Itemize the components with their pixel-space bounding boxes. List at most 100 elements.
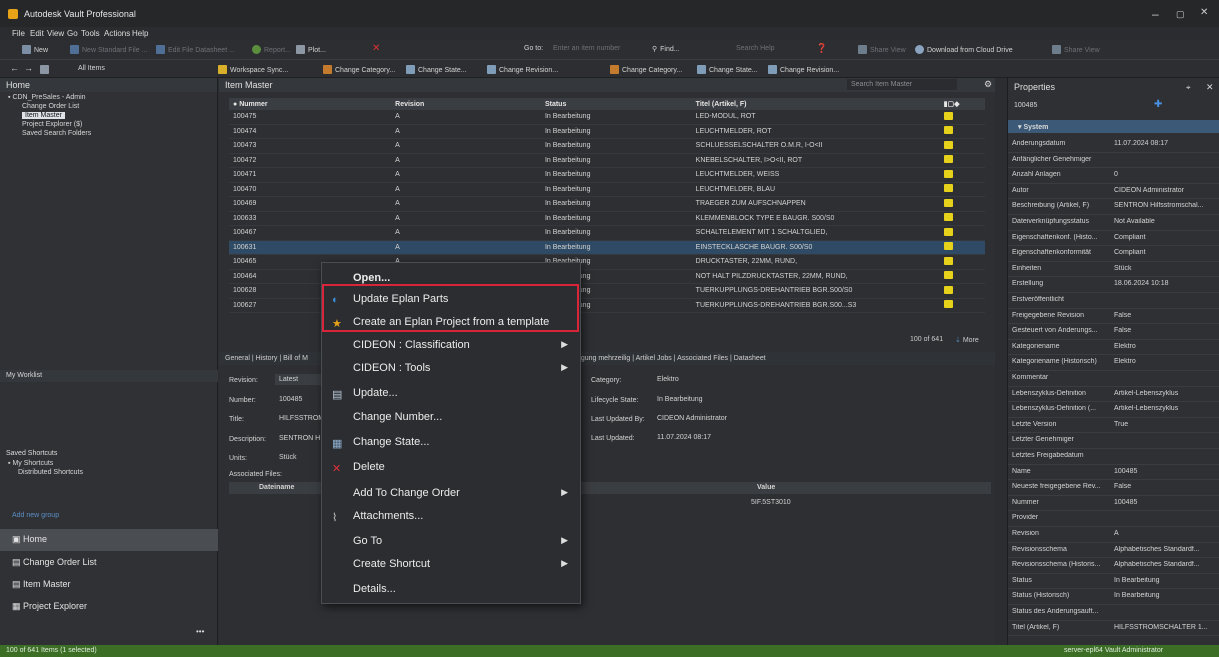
- maximize-button[interactable]: ▢: [1176, 9, 1185, 20]
- change-state-button-2[interactable]: Change State...: [697, 65, 758, 74]
- new-standard-file-button[interactable]: New Standard File ...: [70, 45, 147, 54]
- add-property-icon[interactable]: ✚: [1154, 99, 1162, 110]
- help-icon[interactable]: ❓: [816, 43, 827, 54]
- column-status[interactable]: Status: [540, 98, 692, 110]
- tab-associated[interactable]: rtigung mehrzeilig | Artikel Jobs | Asso…: [575, 355, 766, 362]
- menu-item-change-state[interactable]: ▦ Change State...: [322, 431, 580, 454]
- menu-item-cideon-classification[interactable]: CIDEON : Classification ▶: [322, 334, 580, 357]
- property-row[interactable]: Lebenszyklus-Definition Artikel-Lebenszyk…: [1008, 386, 1219, 403]
- nav-project-explorer-button[interactable]: ▦ Project Explorer: [0, 596, 218, 618]
- all-items-label[interactable]: All Items: [78, 65, 105, 72]
- more-link[interactable]: ⇣ More: [955, 336, 979, 344]
- property-row[interactable]: Status (Historisch) In Bearbeitung: [1008, 588, 1219, 605]
- tree-item-project-explorer[interactable]: Project Explorer ($): [8, 121, 217, 130]
- property-row[interactable]: Änderungsdatum 11.07.2024 08:17: [1008, 136, 1219, 153]
- menu-actions[interactable]: Actions: [104, 29, 130, 38]
- property-row[interactable]: Letzte Version True: [1008, 417, 1219, 434]
- change-state-button[interactable]: Change State...: [406, 65, 467, 74]
- nav-item-master-button[interactable]: ▤ Item Master: [0, 574, 218, 596]
- menu-item-delete[interactable]: ✕ Delete: [322, 456, 580, 479]
- property-row[interactable]: Provider: [1008, 510, 1219, 527]
- property-row[interactable]: Erstveröffentlicht: [1008, 292, 1219, 309]
- back-arrow-icon[interactable]: ←: [10, 63, 19, 73]
- property-row[interactable]: Beschreibung (Artikel, F) SENTRON Hilfsst…: [1008, 198, 1219, 215]
- change-category-button[interactable]: Change Category...: [323, 65, 395, 74]
- table-row[interactable]: 100473 A In Bearbeitung SCHLUESSELSCHALTER …: [229, 138, 985, 154]
- nav-change-order-list-button[interactable]: ▤ Change Order List: [0, 552, 218, 574]
- delete-toolbar-icon[interactable]: ✕: [372, 43, 380, 54]
- menu-item-update[interactable]: ▤ Update...: [322, 382, 580, 405]
- workspace-sync-button[interactable]: Workspace Sync...: [218, 65, 288, 74]
- tree-item-item-master[interactable]: Item Master: [22, 112, 65, 119]
- file-name-column[interactable]: Dateiname: [259, 484, 294, 491]
- property-row[interactable]: Status des Änderungsauft...: [1008, 604, 1219, 621]
- menu-item-add-to-change-order[interactable]: Add To Change Order ▶: [322, 482, 580, 505]
- property-row[interactable]: Autor CIDEON Administrator: [1008, 183, 1219, 200]
- property-row[interactable]: Nummer 100485: [1008, 495, 1219, 512]
- menu-item-cideon-tools[interactable]: CIDEON : Tools ▶: [322, 357, 580, 380]
- tree-item-saved-search[interactable]: Saved Search Folders: [8, 130, 217, 139]
- menu-view[interactable]: View: [47, 29, 64, 38]
- property-row[interactable]: Kategoriename Elektro: [1008, 339, 1219, 356]
- property-row[interactable]: Anfänglicher Genehmiger: [1008, 152, 1219, 169]
- property-row[interactable]: Anzahl Anlagen 0: [1008, 167, 1219, 184]
- menu-item-attachments[interactable]: ⌇ Attachments...: [322, 505, 580, 528]
- column-status-icons[interactable]: ▮▢◆: [939, 98, 985, 110]
- property-row[interactable]: Kommentar: [1008, 370, 1219, 387]
- value-column[interactable]: Value: [757, 484, 775, 491]
- menu-item-details[interactable]: Details...: [322, 578, 580, 601]
- menu-go[interactable]: Go: [67, 29, 78, 38]
- change-revision-button[interactable]: Change Revision...: [487, 65, 558, 74]
- tab-general[interactable]: General | History | Bill of M: [225, 355, 308, 362]
- more-nav-button[interactable]: •••: [196, 627, 204, 636]
- pin-icon[interactable]: ⌖: [1186, 83, 1191, 93]
- menu-file[interactable]: File: [12, 29, 25, 38]
- system-group-header[interactable]: ▾ System: [1008, 120, 1219, 133]
- plot-button[interactable]: Plot...: [296, 45, 326, 54]
- menu-item-go-to[interactable]: Go To ▶: [322, 530, 580, 553]
- property-row[interactable]: Freigegebene Revision False: [1008, 308, 1219, 325]
- download-cloud-button[interactable]: Download from Cloud Drive: [915, 45, 1013, 54]
- property-row[interactable]: Revisionsschema (Historis... Alphabetisch…: [1008, 557, 1219, 574]
- report-button[interactable]: Report...: [252, 45, 291, 54]
- menu-item-create-shortcut[interactable]: Create Shortcut ▶: [322, 553, 580, 576]
- property-row[interactable]: Name 100485: [1008, 464, 1219, 481]
- table-row[interactable]: 100475 A In Bearbeitung LED-MODUL, ROT: [229, 110, 985, 125]
- property-row[interactable]: Eigenschaftenkonformität Compliant: [1008, 245, 1219, 262]
- table-row[interactable]: 100467 A In Bearbeitung SCHALTELEMENT MIT 1…: [229, 225, 985, 241]
- column-nummer[interactable]: ● Nummer: [229, 98, 392, 110]
- forward-arrow-icon[interactable]: →: [24, 63, 33, 73]
- table-row[interactable]: 100474 A In Bearbeitung LEUCHTMELDER, ROT: [229, 124, 985, 139]
- property-row[interactable]: Letztes Freigabedatum: [1008, 448, 1219, 465]
- revision-select[interactable]: Latest: [275, 374, 321, 385]
- property-row[interactable]: Lebenszyklus-Definition (... Artikel-Lebe…: [1008, 401, 1219, 418]
- property-row[interactable]: Kategoriename (Historisch) Elektro: [1008, 354, 1219, 371]
- column-revision[interactable]: Revision: [391, 98, 541, 110]
- property-row[interactable]: Status In Bearbeitung: [1008, 573, 1219, 590]
- distributed-shortcuts-item[interactable]: Distributed Shortcuts: [8, 469, 83, 478]
- table-row[interactable]: 100631 A In Bearbeitung EINSTECKLASCHE BAUG…: [229, 240, 985, 255]
- property-row[interactable]: Einheiten Stück: [1008, 261, 1219, 278]
- nav-home-button[interactable]: ▣ Home: [0, 529, 218, 551]
- search-item-master-input[interactable]: Search Item Master: [847, 79, 957, 90]
- share-view-button[interactable]: Share View: [858, 45, 906, 54]
- close-properties-icon[interactable]: ✕: [1206, 82, 1214, 93]
- table-row[interactable]: 100469 A In Bearbeitung TRAEGER ZUM AUFSCHN…: [229, 196, 985, 212]
- change-revision-button-2[interactable]: Change Revision...: [768, 65, 839, 74]
- table-row[interactable]: 100633 A In Bearbeitung KLEMMENBLOCK TYPE E…: [229, 211, 985, 226]
- table-row[interactable]: 100471 A In Bearbeitung LEUCHTMELDER, WEISS: [229, 167, 985, 183]
- property-row[interactable]: Erstellung 18.06.2024 10:18: [1008, 276, 1219, 293]
- close-button[interactable]: ✕: [1200, 7, 1208, 18]
- property-row[interactable]: Neueste freigegebene Rev... False: [1008, 479, 1219, 496]
- tree-item-change-order-list[interactable]: Change Order List: [8, 103, 217, 112]
- change-category-button-2[interactable]: Change Category...: [610, 65, 682, 74]
- minimize-button[interactable]: –: [1152, 7, 1159, 21]
- add-new-group-link[interactable]: Add new group: [12, 512, 59, 519]
- tree-item-vault[interactable]: ▪ CDN_PreSales - Admin: [8, 94, 217, 103]
- find-button[interactable]: ⚲ Find...: [652, 45, 680, 53]
- share-view-button-2[interactable]: Share View: [1052, 45, 1100, 54]
- menu-help[interactable]: Help: [132, 29, 148, 38]
- up-folder-icon[interactable]: [40, 65, 52, 74]
- menu-edit[interactable]: Edit: [30, 29, 44, 38]
- property-row[interactable]: Titel (Artikel, F) HILFSSTROMSCHALTER 1..…: [1008, 620, 1219, 637]
